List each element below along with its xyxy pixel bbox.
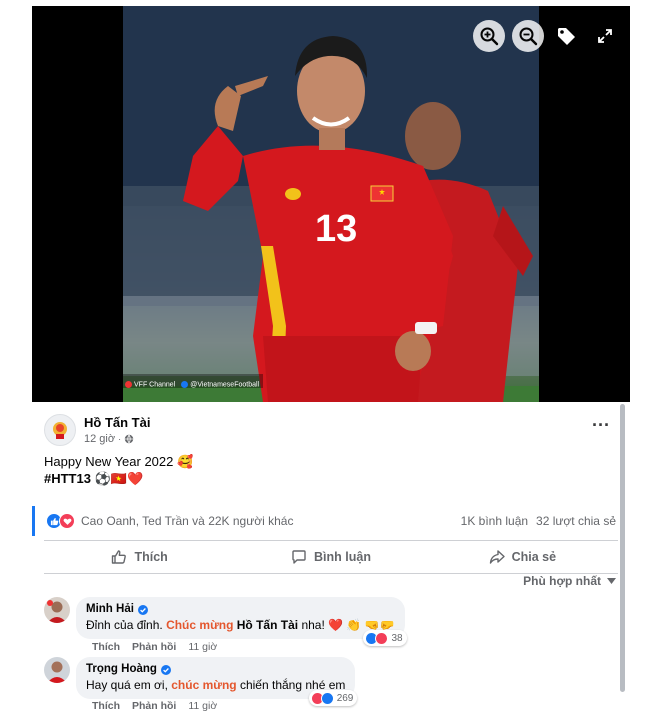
post-actions: Thích Bình luận Chia sẻ	[44, 542, 618, 572]
engagement-counts: 1K bình luận 32 lượt chia sẻ	[461, 514, 616, 528]
verified-badge-icon	[137, 604, 148, 615]
post-time[interactable]: 12 giờ	[84, 431, 115, 447]
commenter-name[interactable]: Trọng Hoàng	[86, 662, 157, 677]
reaction-icons[interactable]	[46, 513, 75, 529]
comment-reactions[interactable]: 38	[363, 630, 407, 646]
share-count[interactable]: 32 lượt chia sẻ	[536, 514, 616, 528]
fullscreen-icon	[598, 29, 612, 43]
comment-text: Hay quá em ơi, chúc mừng chiến thắng nhé…	[86, 677, 345, 693]
avatar-photo	[44, 597, 70, 623]
globe-icon	[124, 434, 134, 444]
post-time-row: 12 giờ ·	[84, 431, 150, 447]
youtube-icon	[125, 380, 132, 388]
watermark-page: @VietnameseFootball	[190, 381, 260, 388]
comment-time[interactable]: 11 giờ	[188, 700, 217, 712]
comment-item: Minh Hải Đỉnh của đỉnh. Chúc mừng Hồ Tấn…	[44, 597, 407, 646]
hashtag-link[interactable]: #HTT13	[44, 471, 91, 486]
avatar-photo	[44, 657, 70, 683]
comment-bubble: Minh Hải Đỉnh của đỉnh. Chúc mừng Hồ Tấn…	[76, 597, 407, 646]
reactions-summary: Cao Oanh, Ted Trần và 22K người khác 1K …	[32, 504, 630, 538]
commenter-name[interactable]: Minh Hải	[86, 602, 134, 617]
watermark-channel: VFF Channel	[134, 381, 176, 388]
love-reaction-icon	[59, 513, 75, 529]
comment-count[interactable]: 1K bình luận	[461, 514, 528, 528]
facebook-icon	[181, 380, 189, 388]
zoom-in-icon	[480, 27, 499, 46]
comment-like-button[interactable]: Thích	[92, 700, 120, 712]
comment-label: Bình luận	[314, 550, 371, 564]
comment-reply-button[interactable]: Phản hồi	[132, 641, 176, 653]
thumbs-up-icon	[112, 550, 127, 564]
commenter-name-row: Trọng Hoàng	[86, 662, 345, 677]
commenter-avatar[interactable]	[44, 597, 70, 623]
tag-icon	[558, 28, 575, 45]
comment-reactions[interactable]: 269	[308, 690, 358, 706]
comment-icon	[292, 550, 306, 564]
more-options-button[interactable]: ···	[592, 416, 610, 434]
post-text-line1: Happy New Year 2022 🥰	[44, 454, 194, 469]
post-card: Hồ Tấn Tài 12 giờ · ··· Happy New Year 2…	[32, 402, 630, 717]
post-text-line2: #HTT13 ⚽🇻🇳❤️	[44, 470, 193, 487]
highlighted-phrase: Chúc mừng	[166, 618, 234, 632]
comment-like-button[interactable]: Thích	[92, 641, 120, 653]
commenter-avatar[interactable]	[44, 657, 70, 683]
zoom-out-icon	[519, 27, 538, 46]
comment-time[interactable]: 11 giờ	[188, 641, 217, 653]
jersey-number: 13	[315, 208, 357, 250]
comment-reaction-count: 38	[391, 632, 403, 644]
like-button[interactable]: Thích	[44, 542, 235, 572]
comment-text-part: Hay quá em ơi,	[86, 678, 172, 692]
zoom-out-button[interactable]	[512, 20, 544, 52]
caret-down-icon	[607, 578, 616, 584]
verified-badge-icon	[160, 664, 171, 675]
highlighted-phrase: chúc mừng	[171, 678, 237, 692]
love-reaction-icon	[375, 631, 389, 645]
comment-actions: Thích Phản hồi 11 giờ	[92, 700, 217, 712]
post-emoji: ⚽🇻🇳❤️	[90, 471, 144, 486]
reaction-names[interactable]: Cao Oanh, Ted Trần và 22K người khác	[81, 514, 293, 528]
share-icon	[489, 550, 505, 564]
comment-text-part: Đỉnh của đỉnh.	[86, 618, 167, 632]
comment-reaction-count: 269	[336, 692, 354, 704]
photo-illustration: 13	[123, 6, 539, 402]
tag-button[interactable]	[550, 20, 582, 52]
author-avatar[interactable]	[44, 414, 76, 446]
comment-button[interactable]: Bình luận	[235, 542, 426, 572]
post-header: Hồ Tấn Tài 12 giờ ·	[44, 414, 150, 447]
focus-indicator	[32, 506, 35, 536]
comment-bubble: Trọng Hoàng Hay quá em ơi, chúc mừng chi…	[76, 657, 358, 706]
comment-item: Trọng Hoàng Hay quá em ơi, chúc mừng chi…	[44, 657, 358, 706]
commenter-name-row: Minh Hải	[86, 602, 395, 617]
photo-watermark: VFF Channel @VietnameseFootball	[125, 380, 260, 388]
photo-viewer: 13 VFF Channel @VietnameseFootball	[32, 6, 630, 402]
comment-sort-dropdown[interactable]: Phù hợp nhất	[523, 574, 616, 588]
like-reaction-icon	[320, 691, 334, 705]
mention-link[interactable]: Hồ Tấn Tài	[237, 618, 298, 632]
fullscreen-button[interactable]	[589, 20, 621, 52]
post-text: Happy New Year 2022 🥰 #HTT13 ⚽🇻🇳❤️	[44, 453, 193, 487]
post-photo[interactable]: 13 VFF Channel @VietnameseFootball	[123, 6, 539, 402]
mascot-icon	[53, 422, 67, 439]
zoom-in-button[interactable]	[473, 20, 505, 52]
comment-reply-button[interactable]: Phản hồi	[132, 700, 176, 712]
comment-actions: Thích Phản hồi 11 giờ	[92, 641, 217, 653]
author-meta: Hồ Tấn Tài 12 giờ ·	[84, 414, 150, 447]
share-label: Chia sẻ	[511, 550, 557, 564]
author-name[interactable]: Hồ Tấn Tài	[84, 414, 150, 431]
divider-top	[44, 540, 618, 541]
like-label: Thích	[134, 550, 168, 564]
comment-text: Đỉnh của đỉnh. Chúc mừng Hồ Tấn Tài nha!…	[86, 617, 395, 633]
sort-label: Phù hợp nhất	[523, 574, 601, 588]
share-button[interactable]: Chia sẻ	[427, 542, 618, 572]
